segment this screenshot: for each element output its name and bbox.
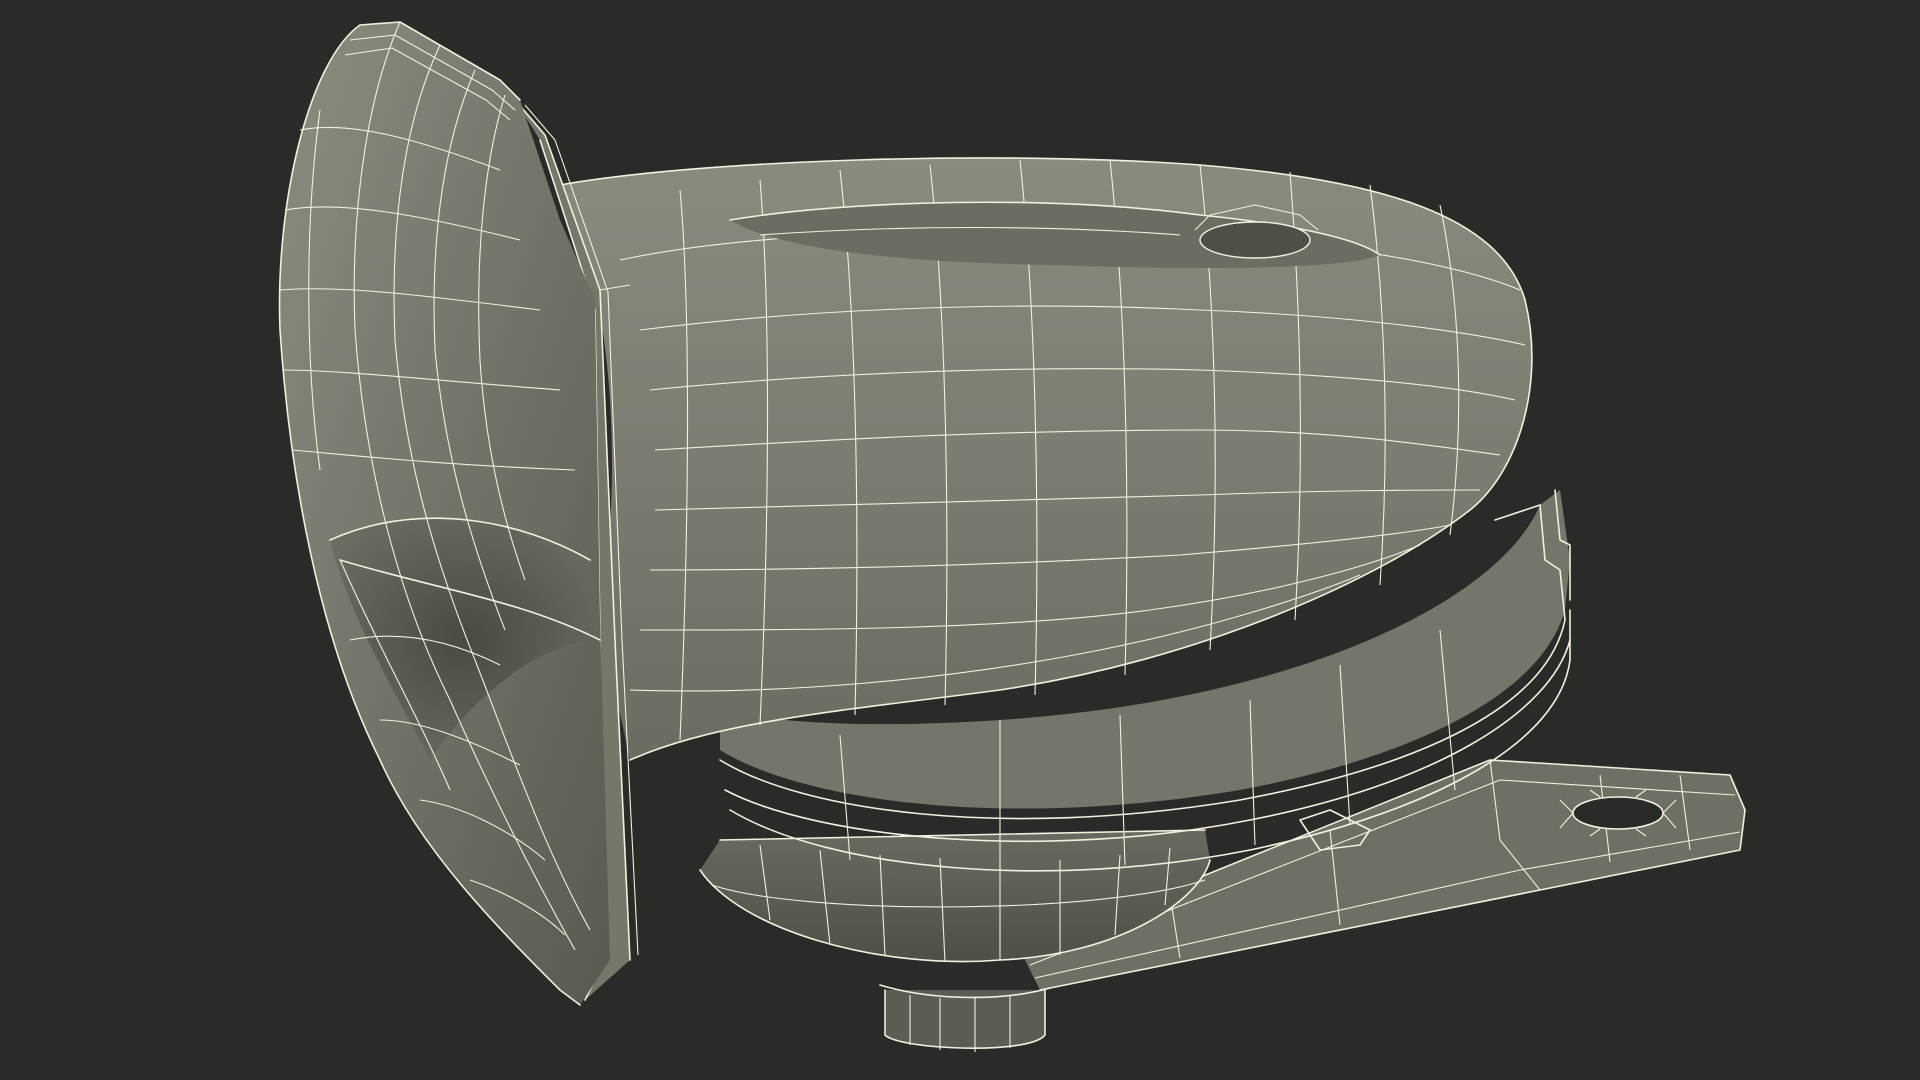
horn-wireframe-render: [278, 21, 1746, 1052]
mounting-hole: [1572, 796, 1664, 830]
horn-bell: [278, 21, 610, 1006]
spiral-outlet: [1199, 221, 1311, 259]
render-viewport: [0, 0, 1920, 1080]
